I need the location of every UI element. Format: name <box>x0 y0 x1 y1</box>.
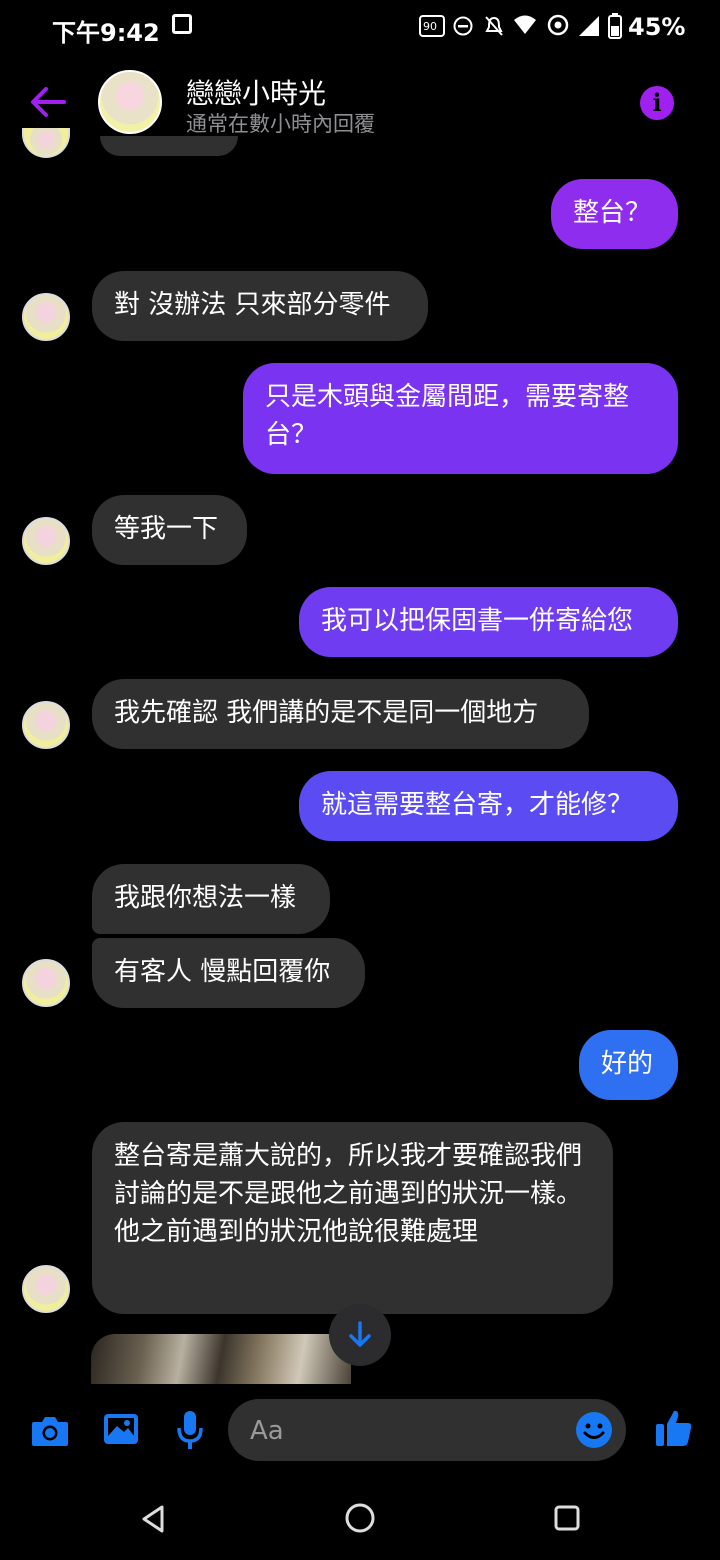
camera-icon[interactable] <box>30 1414 70 1448</box>
message-bubble-partial <box>100 136 238 156</box>
message-input[interactable] <box>248 1411 572 1451</box>
microphone-icon[interactable] <box>176 1410 204 1450</box>
wifi-icon <box>514 15 536 34</box>
status-time: 下午9:42 <box>52 19 160 47</box>
battery-icon <box>608 13 622 39</box>
info-icon[interactable]: i <box>640 86 674 120</box>
do-not-disturb-icon <box>453 16 473 36</box>
cell-signal-icon <box>579 16 599 36</box>
contact-avatar-small <box>22 1265 70 1313</box>
system-navigation-bar <box>0 1480 720 1560</box>
contact-avatar-small <box>22 959 70 1007</box>
message-composer <box>0 1384 720 1480</box>
contact-avatar-small <box>22 128 70 158</box>
hotspot-icon <box>547 14 569 36</box>
message-incoming[interactable]: 整台寄是蕭大說的，所以我才要確認我們討論的是不是跟他之前遇到的狀況一樣。 他之前… <box>92 1122 613 1314</box>
message-incoming[interactable]: 有客人 慢點回覆你 <box>92 938 365 1008</box>
message-input-container[interactable] <box>228 1399 626 1461</box>
contact-avatar-small <box>22 701 70 749</box>
image-attachment[interactable] <box>91 1334 351 1384</box>
message-outgoing[interactable]: 只是木頭與金屬間距，需要寄整台？ <box>243 363 678 474</box>
contact-avatar[interactable] <box>98 70 162 134</box>
gallery-notification-icon <box>172 14 192 34</box>
response-time-status: 通常在數小時內回覆 <box>186 112 375 136</box>
gallery-icon[interactable] <box>102 1412 140 1446</box>
message-incoming[interactable]: 我跟你想法一樣 <box>92 864 330 934</box>
message-outgoing[interactable]: 好的 <box>579 1030 678 1100</box>
back-arrow-icon[interactable] <box>28 82 68 122</box>
message-outgoing[interactable]: 我可以把保固書一併寄給您 <box>299 587 678 657</box>
nav-recents-icon[interactable] <box>554 1505 580 1531</box>
message-incoming[interactable]: 我先確認 我們講的是不是同一個地方 <box>92 679 589 749</box>
nav-home-icon[interactable] <box>344 1502 376 1534</box>
thumbs-up-icon[interactable] <box>654 1408 694 1448</box>
refresh-rate-label: 90 <box>423 20 437 33</box>
status-bar: 下午9:42 90 45% <box>0 0 720 54</box>
contact-avatar-small <box>22 293 70 341</box>
arrow-down-icon <box>349 1321 371 1347</box>
message-incoming[interactable]: 對 沒辦法 只來部分零件 <box>92 271 428 341</box>
refresh-rate-icon: 90 <box>419 15 445 37</box>
message-outgoing[interactable]: 就這需要整台寄，才能修？ <box>299 771 678 841</box>
muted-bell-icon <box>485 16 503 36</box>
scroll-to-bottom-button[interactable] <box>329 1304 391 1366</box>
contact-name[interactable]: 戀戀小時光 <box>186 72 326 112</box>
battery-percent: 45% <box>628 13 686 41</box>
contact-avatar-small <box>22 517 70 565</box>
message-outgoing[interactable]: 整台？ <box>551 179 678 249</box>
message-incoming[interactable]: 等我一下 <box>92 495 247 565</box>
emoji-icon[interactable] <box>576 1412 612 1448</box>
nav-back-icon[interactable] <box>140 1504 166 1534</box>
